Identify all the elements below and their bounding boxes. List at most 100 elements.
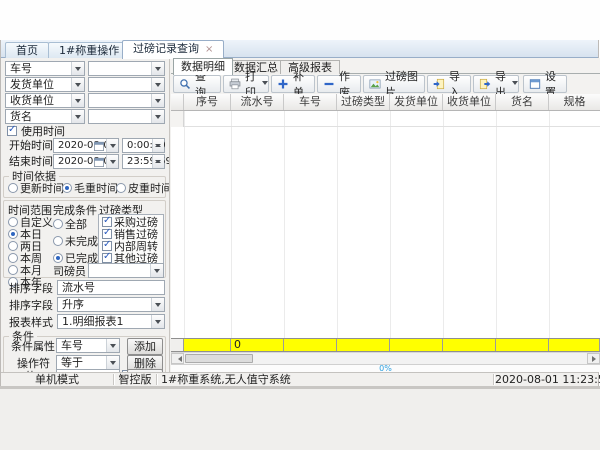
tab-weigh-record-query[interactable]: 过磅记录查询× <box>122 40 224 59</box>
desktop-margin <box>0 389 600 450</box>
radio-range-two-days[interactable] <box>8 241 18 251</box>
radio-update-time[interactable] <box>8 183 18 193</box>
status-edition: 智控版 <box>114 373 156 386</box>
column-header[interactable]: 车号 <box>284 94 337 110</box>
radio-range-this-month[interactable] <box>8 265 18 275</box>
main-tab-strip: 首页 1#称重操作 过磅记录查询× <box>1 40 598 58</box>
weigh-photo-button[interactable]: 过磅图片 <box>363 75 425 93</box>
checkbox-sale-weigh[interactable] <box>102 229 112 239</box>
minus-icon <box>323 78 335 90</box>
condition-attr-combo[interactable]: 车号 <box>56 338 120 353</box>
summary-cell <box>549 339 600 351</box>
chevron-down-icon[interactable] <box>151 315 164 328</box>
status-bar: 单机模式 智控版 1#称重系统,无人值守系统 2020-08-01 11:23:… <box>1 372 598 386</box>
tab-data-detail[interactable]: 数据明细 <box>173 58 233 75</box>
scrollbar-thumb[interactable] <box>185 354 253 363</box>
field-selector-goods[interactable]: 货名 <box>5 109 85 124</box>
radio-state-finished[interactable] <box>53 253 63 263</box>
settings-button[interactable]: 设置 <box>523 75 567 93</box>
export-icon <box>479 78 491 90</box>
column-header[interactable]: 序号 <box>184 94 231 110</box>
start-date-picker[interactable]: 2020-08-01 <box>53 138 119 153</box>
chevron-down-icon[interactable] <box>151 94 164 107</box>
radio-gross-time[interactable] <box>62 183 72 193</box>
field-selector-vehicle[interactable]: 车号 <box>5 61 85 76</box>
grid-body[interactable] <box>171 111 600 338</box>
end-time-spinner[interactable]: 23:59:59 <box>122 154 165 169</box>
chevron-down-icon[interactable] <box>151 62 164 75</box>
operator-combo[interactable]: 等于 <box>56 355 120 370</box>
operator-label: 操作符 <box>17 357 50 370</box>
radio-state-all[interactable] <box>53 219 63 229</box>
use-time-checkbox[interactable] <box>7 126 17 136</box>
radio-tare-time[interactable] <box>116 183 126 193</box>
query-filter-panel: 车号 发货单位 收货单位 <box>1 58 170 372</box>
tab-weigh-operation[interactable]: 1#称重操作 <box>48 42 130 58</box>
tab-data-summary[interactable]: 数据汇总 <box>226 60 286 74</box>
start-time-spinner[interactable]: 0:00:00 <box>122 138 165 153</box>
summary-row: 0 <box>171 338 600 352</box>
supplement-order-button[interactable]: 补单 <box>271 75 315 93</box>
chevron-down-icon[interactable] <box>71 62 84 75</box>
void-order-button[interactable]: 作废 <box>317 75 361 93</box>
field-selector-receiver[interactable]: 收货单位 <box>5 93 85 108</box>
column-header[interactable]: 发货单位 <box>390 94 443 110</box>
field-selector-shipper[interactable]: 发货单位 <box>5 77 85 92</box>
close-icon[interactable]: × <box>205 44 213 55</box>
condition-attr-label: 条件属性 <box>11 340 55 353</box>
chevron-down-icon[interactable] <box>151 110 164 123</box>
print-button[interactable]: 打印 <box>223 75 269 93</box>
radio-range-this-week[interactable] <box>8 253 18 263</box>
chevron-down-icon[interactable] <box>151 78 164 91</box>
chevron-down-icon[interactable] <box>106 356 119 369</box>
radio-state-unfinished[interactable] <box>53 236 63 246</box>
goods-filter-combo[interactable] <box>88 109 165 124</box>
summary-cell <box>443 339 496 351</box>
column-header[interactable]: 规格 <box>549 94 600 110</box>
checkbox-purchase-weigh[interactable] <box>102 217 112 227</box>
checkbox-other-weigh[interactable] <box>102 253 112 263</box>
query-button[interactable]: 查询 <box>173 75 221 93</box>
chevron-down-icon[interactable] <box>71 94 84 107</box>
radio-range-custom[interactable] <box>8 217 18 227</box>
scroll-left-button[interactable] <box>171 353 184 364</box>
report-style-combo[interactable]: 1.明细报表1 <box>57 314 165 329</box>
row-selector-cell <box>171 111 184 127</box>
spinner-arrows-icon[interactable] <box>152 139 164 152</box>
end-date-picker[interactable]: 2020-08-01 <box>53 154 119 169</box>
chevron-down-icon[interactable] <box>106 339 119 352</box>
sort-field-input[interactable]: 流水号 <box>57 280 165 295</box>
sort-order-label: 排序字段 <box>9 299 53 312</box>
weighing-app-screen: 首页 1#称重操作 过磅记录查询× 车号 发货单位 <box>0 0 600 450</box>
printer-icon <box>229 78 241 90</box>
column-header[interactable]: 流水号 <box>231 94 284 110</box>
finish-state-title: 完成条件 <box>53 204 97 217</box>
sort-order-combo[interactable]: 升序 <box>57 297 165 312</box>
settings-icon <box>529 78 541 90</box>
column-header[interactable]: 过磅类型 <box>337 94 390 110</box>
add-condition-button[interactable]: 添加 <box>127 338 163 355</box>
checkbox-internal-transfer[interactable] <box>102 241 112 251</box>
status-divider <box>156 374 157 385</box>
vehicle-filter-combo[interactable] <box>88 61 165 76</box>
receiver-filter-combo[interactable] <box>88 93 165 108</box>
chevron-down-icon[interactable] <box>71 110 84 123</box>
column-header[interactable]: 货名 <box>496 94 549 110</box>
horizontal-scrollbar[interactable] <box>171 352 600 364</box>
chevron-down-icon[interactable] <box>150 264 163 277</box>
import-button[interactable]: 导入 <box>427 75 471 93</box>
shipper-filter-combo[interactable] <box>88 77 165 92</box>
tab-advanced-report[interactable]: 高级报表 <box>280 60 340 74</box>
column-header[interactable]: 收货单位 <box>443 94 496 110</box>
chevron-down-icon[interactable] <box>106 139 118 152</box>
chevron-down-icon[interactable] <box>71 78 84 91</box>
tab-home[interactable]: 首页 <box>5 42 49 58</box>
scroll-right-button[interactable] <box>587 353 600 364</box>
spinner-arrows-icon[interactable] <box>152 155 164 168</box>
chevron-down-icon[interactable] <box>151 298 164 311</box>
chevron-down-icon[interactable] <box>106 155 118 168</box>
weigher-combo[interactable] <box>88 263 164 278</box>
radio-range-today[interactable] <box>8 229 18 239</box>
export-button[interactable]: 导出 <box>473 75 519 93</box>
app-window: 首页 1#称重操作 过磅记录查询× 车号 发货单位 <box>0 40 599 386</box>
